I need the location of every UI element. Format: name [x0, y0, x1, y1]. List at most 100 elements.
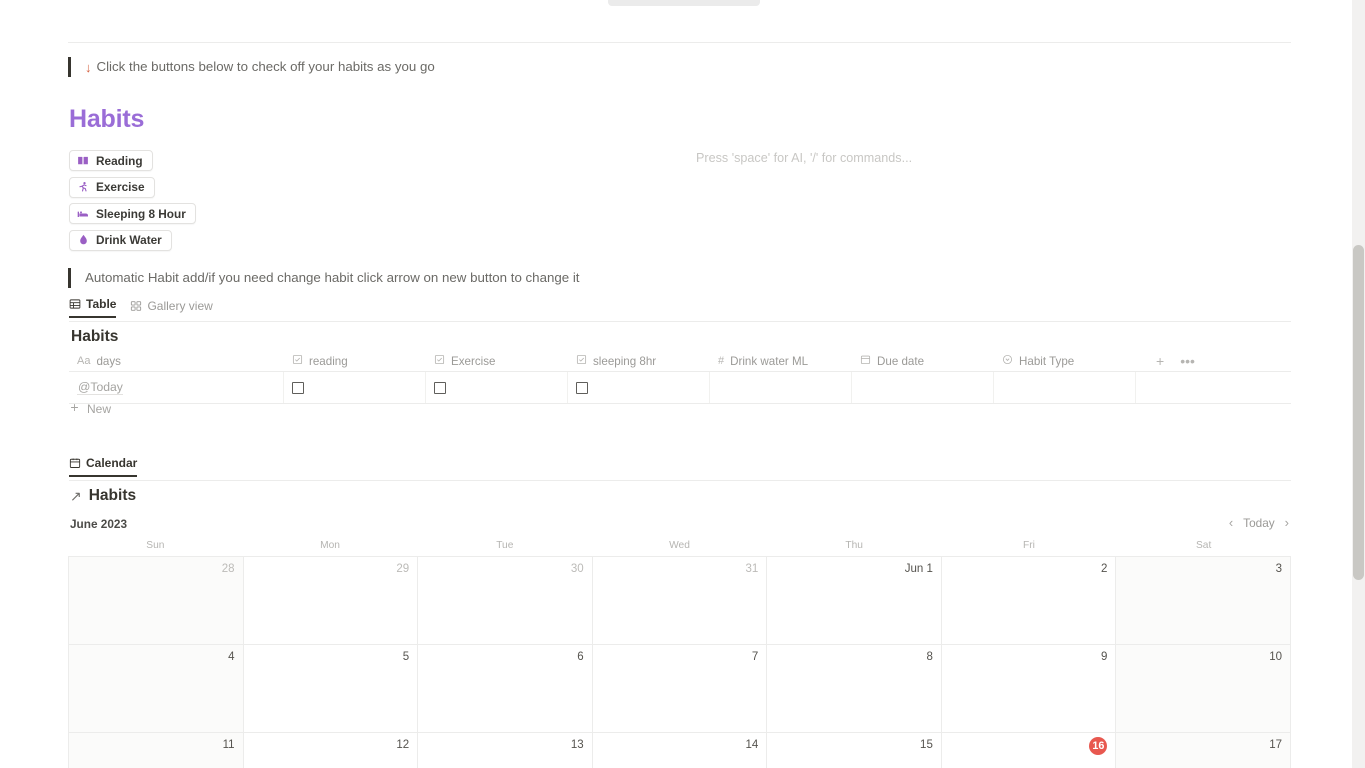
habit-button-label: Reading: [96, 154, 143, 168]
calendar-tabs-divider: [69, 480, 1291, 481]
calendar-day-cell[interactable]: 10: [1116, 645, 1291, 733]
next-month-button[interactable]: ›: [1285, 515, 1289, 530]
calendar-day-cell[interactable]: 12: [244, 733, 419, 768]
tab-label: Gallery view: [147, 299, 212, 313]
calendar-day-cell[interactable]: 3: [1116, 557, 1291, 645]
column-header-due-date[interactable]: Due date: [852, 351, 994, 371]
calendar-day-names: Sun Mon Tue Wed Thu Fri Sat: [68, 540, 1291, 556]
cell-drink-water-ml[interactable]: [710, 372, 852, 403]
calendar-day-cell[interactable]: 13: [418, 733, 593, 768]
calendar-month-label: June 2023: [70, 517, 127, 531]
calendar-day-number: 31: [593, 563, 759, 576]
day-name-tue: Tue: [417, 540, 592, 556]
table-icon: [69, 298, 81, 310]
date-type-icon: [860, 354, 871, 368]
day-name-thu: Thu: [767, 540, 942, 556]
column-label: sleeping 8hr: [593, 355, 656, 368]
calendar-day-cell[interactable]: 16: [942, 733, 1117, 768]
column-label: Habit Type: [1019, 355, 1074, 368]
calendar-day-number: 9: [942, 651, 1108, 664]
checkbox-type-icon: [434, 354, 445, 368]
external-link-arrow-icon: ↗: [70, 488, 82, 505]
column-label: Due date: [877, 355, 924, 368]
date-mention[interactable]: Today: [77, 380, 123, 395]
habit-button-sleeping[interactable]: Sleeping 8 Hour: [69, 203, 196, 224]
cell-habit-type[interactable]: [994, 372, 1136, 403]
cell-exercise[interactable]: [426, 372, 568, 403]
calendar-day-number: 28: [69, 563, 235, 576]
calendar-day-cell[interactable]: Jun 1: [767, 557, 942, 645]
ai-placeholder-text[interactable]: Press 'space' for AI, '/' for commands..…: [696, 151, 912, 165]
calendar-day-cell[interactable]: 15: [767, 733, 942, 768]
habit-button-drink-water[interactable]: Drink Water: [69, 230, 172, 251]
column-label: days: [96, 355, 121, 368]
calendar-day-number: Jun 1: [767, 563, 933, 576]
checkbox-sleeping-8hr[interactable]: [576, 382, 588, 394]
new-row-button[interactable]: New: [69, 401, 111, 417]
notion-page: ↓ Click the buttons below to check off y…: [0, 0, 1365, 768]
calendar-day-number: 2: [942, 563, 1108, 576]
calendar-day-cell[interactable]: 30: [418, 557, 593, 645]
add-column-button[interactable]: +: [1156, 354, 1164, 368]
calendar-day-cell[interactable]: 17: [1116, 733, 1291, 768]
instruction-text: Automatic Habit add/if you need change h…: [71, 269, 580, 288]
habit-button-reading[interactable]: Reading: [69, 150, 153, 171]
down-arrow-icon: ↓: [71, 60, 92, 75]
calendar-title-label: Habits: [89, 487, 136, 505]
calendar-day-cell[interactable]: 28: [69, 557, 244, 645]
calendar-day-number: 17: [1116, 739, 1282, 752]
checkbox-reading[interactable]: [292, 382, 304, 394]
calendar-day-number: 7: [593, 651, 759, 664]
cell-reading[interactable]: [284, 372, 426, 403]
top-partial-bar: [608, 0, 760, 6]
calendar-day-cell[interactable]: 6: [418, 645, 593, 733]
new-row-label: New: [87, 402, 111, 416]
calendar-day-number: 15: [767, 739, 933, 752]
title-type-icon: Aa: [77, 355, 90, 367]
column-header-days[interactable]: Aa days: [69, 351, 284, 371]
tabs-divider: [69, 321, 1291, 322]
cell-days[interactable]: Today: [69, 372, 284, 403]
calendar-day-number: 6: [418, 651, 584, 664]
column-label: Exercise: [451, 355, 495, 368]
more-options-button[interactable]: •••: [1180, 354, 1195, 368]
habit-button-label: Sleeping 8 Hour: [96, 207, 186, 221]
column-header-exercise[interactable]: Exercise: [426, 351, 568, 371]
calendar-day-cell[interactable]: 31: [593, 557, 768, 645]
calendar-day-cell[interactable]: 11: [69, 733, 244, 768]
tab-calendar[interactable]: Calendar: [69, 456, 137, 477]
checkbox-type-icon: [292, 354, 303, 368]
cell-due-date[interactable]: [852, 372, 994, 403]
prev-month-button[interactable]: ‹: [1229, 515, 1233, 530]
database-title[interactable]: Habits: [71, 328, 118, 346]
calendar-day-cell[interactable]: 5: [244, 645, 419, 733]
calendar-day-cell[interactable]: 9: [942, 645, 1117, 733]
tab-table[interactable]: Table: [69, 297, 116, 318]
column-header-sleeping-8hr[interactable]: sleeping 8hr: [568, 351, 710, 371]
calendar-database-title[interactable]: ↗ Habits: [70, 487, 136, 505]
gallery-icon: [130, 300, 142, 312]
calendar-day-cell[interactable]: 8: [767, 645, 942, 733]
calendar-day-cell[interactable]: 4: [69, 645, 244, 733]
calendar-day-cell[interactable]: 14: [593, 733, 768, 768]
column-header-drink-water-ml[interactable]: # Drink water ML: [710, 351, 852, 371]
calendar-day-cell[interactable]: 29: [244, 557, 419, 645]
calendar-day-cell[interactable]: 7: [593, 645, 768, 733]
vertical-scrollbar-thumb[interactable]: [1353, 245, 1364, 580]
checkbox-exercise[interactable]: [434, 382, 446, 394]
tab-gallery-view[interactable]: Gallery view: [130, 299, 212, 318]
column-header-reading[interactable]: reading: [284, 351, 426, 371]
vertical-scrollbar-track[interactable]: [1352, 0, 1365, 768]
today-button[interactable]: Today: [1243, 516, 1274, 530]
checkbox-type-icon: [576, 354, 587, 368]
cell-sleeping-8hr[interactable]: [568, 372, 710, 403]
plus-icon: [69, 402, 80, 416]
calendar-day-number-today: 16: [1089, 737, 1107, 755]
table-row[interactable]: Today: [69, 372, 1291, 404]
calendar-day-number: 3: [1116, 563, 1282, 576]
calendar-day-cell[interactable]: 2: [942, 557, 1117, 645]
habit-button-exercise[interactable]: Exercise: [69, 177, 155, 198]
column-header-habit-type[interactable]: Habit Type: [994, 351, 1136, 371]
day-name-sat: Sat: [1116, 540, 1291, 556]
number-type-icon: #: [718, 355, 724, 367]
